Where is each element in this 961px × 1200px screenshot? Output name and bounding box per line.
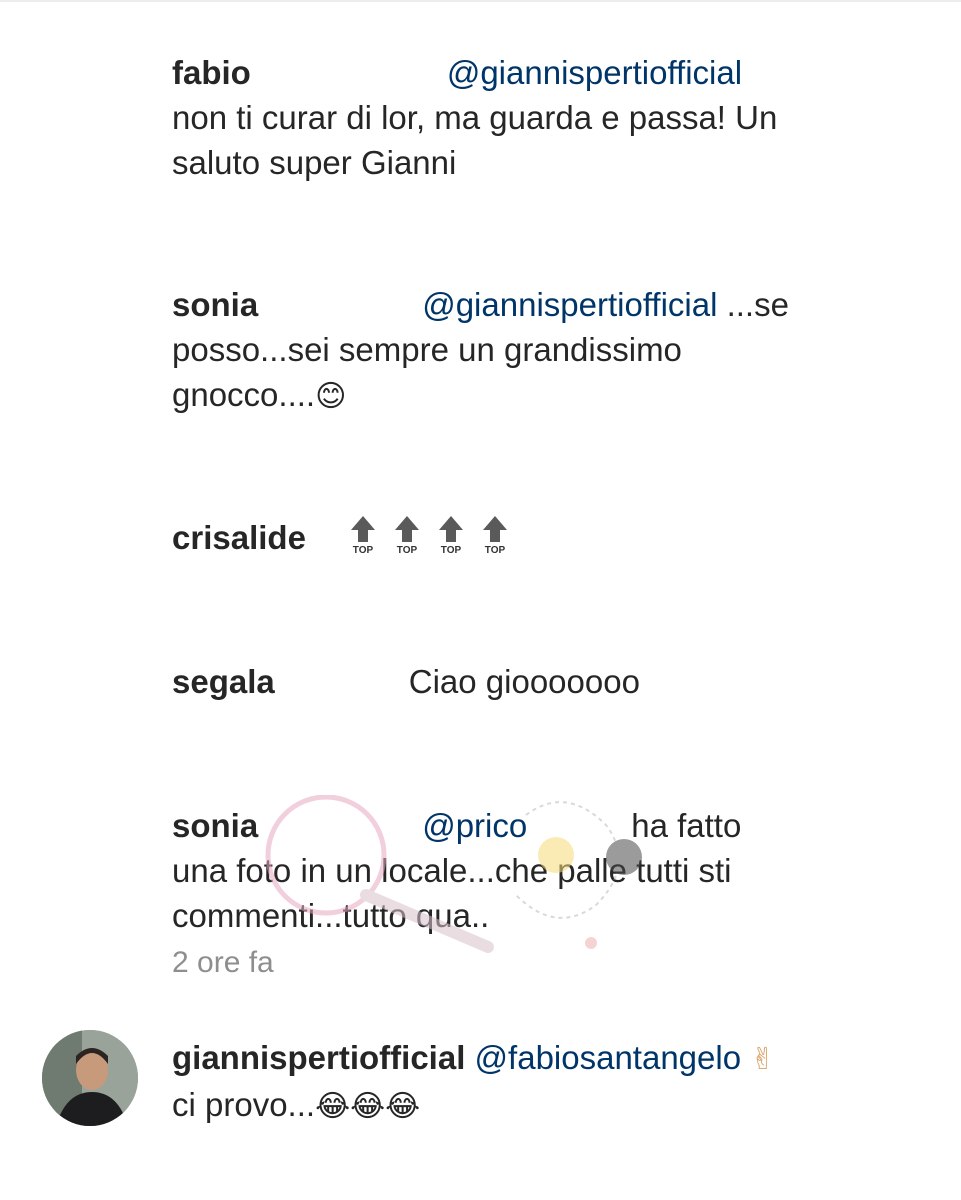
comment-text: ...se xyxy=(717,286,789,323)
comment-item: fabio @giannispertiofficial non ti curar … xyxy=(172,50,872,185)
avatar[interactable] xyxy=(42,1030,138,1126)
comment-username[interactable]: sonia xyxy=(172,807,258,844)
comment-item: crisalide TOP TOP TOP TOP xyxy=(172,514,872,567)
comment-username[interactable]: fabio xyxy=(172,54,251,91)
svg-text:TOP: TOP xyxy=(485,545,506,556)
top-icons-group: TOP TOP TOP TOP xyxy=(346,514,522,567)
svg-text:TOP: TOP xyxy=(397,545,418,556)
comment-username[interactable]: crisalide xyxy=(172,519,306,556)
comment-text: una foto in un locale...che palle tutti … xyxy=(172,852,732,889)
top-arrow-icon: TOP xyxy=(478,514,512,556)
comment-text: Ciao giooooooo xyxy=(408,663,640,700)
peace-hand-icon: ✌ xyxy=(750,1042,776,1077)
comment-text: gnocco.... xyxy=(172,376,316,413)
svg-text:TOP: TOP xyxy=(441,545,462,556)
comment-username[interactable]: segala xyxy=(172,663,275,700)
comment-item: giannispertiofficial @fabiosantangelo ✌ … xyxy=(172,1035,872,1129)
comment-text: commenti...tutto qua.. xyxy=(172,897,490,934)
svg-text:TOP: TOP xyxy=(353,545,374,556)
top-arrow-icon: TOP xyxy=(390,514,424,556)
comment-mention[interactable]: @fabiosantangelo xyxy=(475,1039,742,1076)
comment-text: saluto super Gianni xyxy=(172,144,457,181)
comment-mention[interactable]: @giannispertiofficial xyxy=(422,286,717,323)
comment-item: sonia @prico ha fatto una foto in un local… xyxy=(172,803,872,938)
comment-text: ha fatto xyxy=(631,807,742,844)
comment-mention[interactable]: @giannispertiofficial xyxy=(447,54,742,91)
comment-timestamp: 2 ore fa xyxy=(172,946,274,979)
comment-username[interactable]: sonia xyxy=(172,286,258,323)
top-arrow-icon: TOP xyxy=(434,514,468,556)
top-arrow-icon: TOP xyxy=(346,514,380,556)
comment-text: non ti curar di lor, ma guarda e passa! … xyxy=(172,99,778,136)
laughing-emoji-icon: 😂😂😂 xyxy=(315,1089,421,1124)
comment-item: sonia @giannispertiofficial ...se posso..… xyxy=(172,282,872,419)
comment-item: segala Ciao giooooooo xyxy=(172,659,872,704)
comment-text: ci provo... xyxy=(172,1086,316,1123)
top-divider xyxy=(0,0,961,2)
comment-mention[interactable]: @prico xyxy=(422,807,527,844)
comment-text: posso...sei sempre un grandissimo xyxy=(172,331,682,368)
comment-username[interactable]: giannispertiofficial xyxy=(172,1039,465,1076)
smile-emoji-icon: 😊 xyxy=(315,379,347,414)
